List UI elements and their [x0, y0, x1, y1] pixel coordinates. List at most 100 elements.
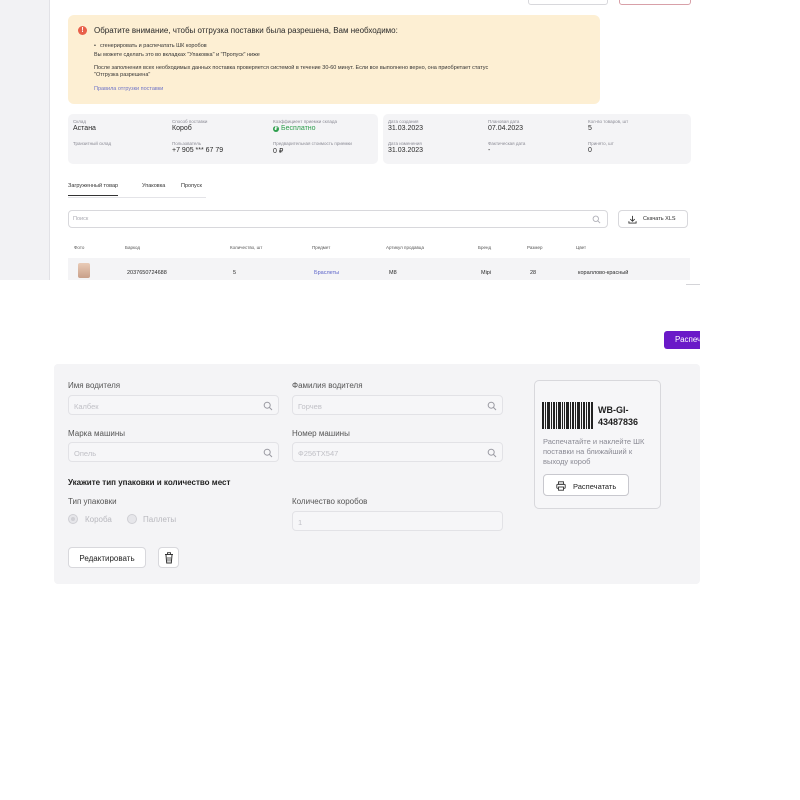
accepted-field: Принято, шт 0 [588, 141, 614, 154]
supply-barcode-id: WB-GI-43487836 [598, 405, 639, 427]
supply-tabs: Загруженный товар Упаковка Пропуск [68, 180, 206, 198]
coefficient-value: Бесплатно [281, 125, 316, 132]
field-value: 0 [588, 147, 592, 154]
trash-icon [165, 552, 173, 564]
field-value: ₽ Бесплатно [273, 125, 337, 132]
box-count-label: Количество коробов [292, 497, 368, 506]
radio-boxes[interactable] [68, 514, 78, 524]
column-header: Размер [527, 245, 543, 250]
download-xls-button[interactable]: Скачать XLS [618, 210, 688, 228]
download-xls-label: Скачать XLS [643, 216, 676, 222]
radio-boxes-label: Короба [85, 515, 112, 524]
search-input[interactable] [73, 213, 573, 225]
notice-line: "Отгрузка разрешена" [94, 72, 151, 78]
field-value: - [488, 147, 491, 154]
planned-field: Плановая дата 07.04.2023 [488, 119, 523, 132]
field-label: Дата изменения [388, 141, 422, 146]
field-label: Транзитный склад [73, 141, 112, 146]
edit-button[interactable]: Редактировать [68, 547, 146, 568]
barcode-instructions: Распечатайте и наклейте ШК поставки на б… [543, 437, 645, 466]
search-icon [263, 401, 273, 411]
left-sidebar-strip [0, 0, 50, 280]
brand-cell: Mipi [481, 270, 492, 276]
car-number-field [292, 442, 503, 462]
column-header: Артикул продавца [386, 245, 424, 250]
supply-info-card: Склад Астана Способ поставки Короб Коэфф… [68, 114, 378, 164]
tab-loaded-goods[interactable]: Загруженный товар [68, 183, 119, 196]
header-delete-button[interactable] [619, 0, 691, 5]
field-value: 31.03.2023 [388, 147, 424, 154]
packaging-section-title: Укажите тип упаковки и количество мест [68, 478, 231, 487]
warning-icon: ! [78, 26, 87, 35]
notice-title: Обратите внимание, чтобы отгрузка постав… [94, 26, 398, 35]
field-label: Дата создания [388, 119, 419, 124]
driver-surname-label: Фамилия водителя [292, 381, 363, 390]
supply-barcode-card: WB-GI-43487836 Распечатайте и наклейте Ш… [534, 380, 661, 509]
column-header: Бренд [478, 245, 492, 250]
printer-icon [556, 481, 566, 491]
field-value: 0 ₽ [273, 148, 284, 155]
created-field: Дата создания 31.03.2023 [388, 119, 423, 132]
changed-field: Дата изменения 31.03.2023 [388, 141, 423, 154]
field-label: Кол-во товаров, шт [588, 119, 629, 124]
cost-field: Предварительная стоимость приемки 0 ₽ [273, 141, 352, 155]
free-badge-icon: ₽ [273, 126, 279, 132]
car-brand-input[interactable] [74, 448, 254, 458]
print-barcode-button[interactable]: Распечатать [543, 474, 629, 496]
column-header: Предмет [312, 245, 331, 250]
field-value: 07.04.2023 [488, 125, 524, 132]
car-brand-field [68, 442, 279, 462]
tab-packaging[interactable]: Упаковка [142, 183, 165, 189]
field-value: Короб [172, 125, 192, 132]
shipment-notice: ! Обратите внимание, чтобы отгрузка пост… [68, 15, 600, 104]
color-cell: кораллово-красный [578, 270, 629, 276]
notice-line: Вы можете сделать это во вкладках "Упако… [94, 52, 260, 58]
driver-name-label: Имя водителя [68, 381, 121, 390]
car-number-label: Номер машины [292, 429, 350, 438]
search-icon [592, 215, 601, 224]
size-cell: 28 [530, 270, 537, 276]
field-label: Принято, шт [588, 141, 614, 146]
driver-name-field [68, 395, 279, 415]
header-button[interactable] [528, 0, 608, 5]
quantity-field: Кол-во товаров, шт 5 [588, 119, 628, 132]
car-number-input[interactable] [298, 448, 478, 458]
tab-pass[interactable]: Пропуск [181, 183, 202, 189]
search-icon [263, 448, 273, 458]
coefficient-field: Коэффициент приемки склада ₽ Бесплатно [273, 119, 337, 132]
column-header: Фото [74, 245, 85, 250]
field-label: Склад [73, 119, 87, 124]
divider [686, 284, 700, 285]
field-label: Предварительная стоимость приемки [273, 141, 352, 146]
search-icon [487, 448, 497, 458]
shipment-rules-link[interactable]: Правила отгрузки поставки [94, 86, 163, 92]
method-field: Способ поставки Короб [172, 119, 207, 132]
column-header: Цвет [576, 245, 587, 250]
delete-button[interactable] [158, 547, 179, 568]
supply-dates-card: Дата создания 31.03.2023 Плановая дата 0… [383, 114, 691, 164]
car-brand-label: Марка машины [68, 429, 126, 438]
box-count-input[interactable] [298, 517, 478, 527]
field-label: Плановая дата [488, 119, 520, 124]
subject-link[interactable]: Браслеты [314, 270, 339, 276]
article-cell: M8 [389, 270, 397, 276]
barcode-icon [542, 402, 593, 429]
table-row[interactable] [68, 258, 690, 280]
barcode-cell: 2037650724688 [127, 270, 167, 276]
field-label: Фактическая дата [488, 141, 526, 146]
user-field: Пользователь +7 905 *** 67 79 [172, 141, 223, 154]
field-label: Пользователь [172, 141, 202, 146]
print-top-button[interactable]: Распечатать [664, 331, 700, 349]
driver-name-input[interactable] [74, 401, 254, 411]
edit-button-label: Редактировать [79, 554, 135, 563]
driver-surname-field [292, 395, 503, 415]
download-icon [628, 215, 637, 224]
product-photo[interactable] [78, 263, 90, 278]
print-barcode-label: Распечатать [573, 482, 617, 491]
field-label: Коэффициент приемки склада [273, 119, 338, 124]
driver-surname-input[interactable] [298, 401, 478, 411]
field-value: 5 [588, 125, 592, 132]
print-top-label: Распечатать [675, 335, 700, 344]
radio-pallets[interactable] [127, 514, 137, 524]
field-value: 31.03.2023 [388, 125, 424, 132]
